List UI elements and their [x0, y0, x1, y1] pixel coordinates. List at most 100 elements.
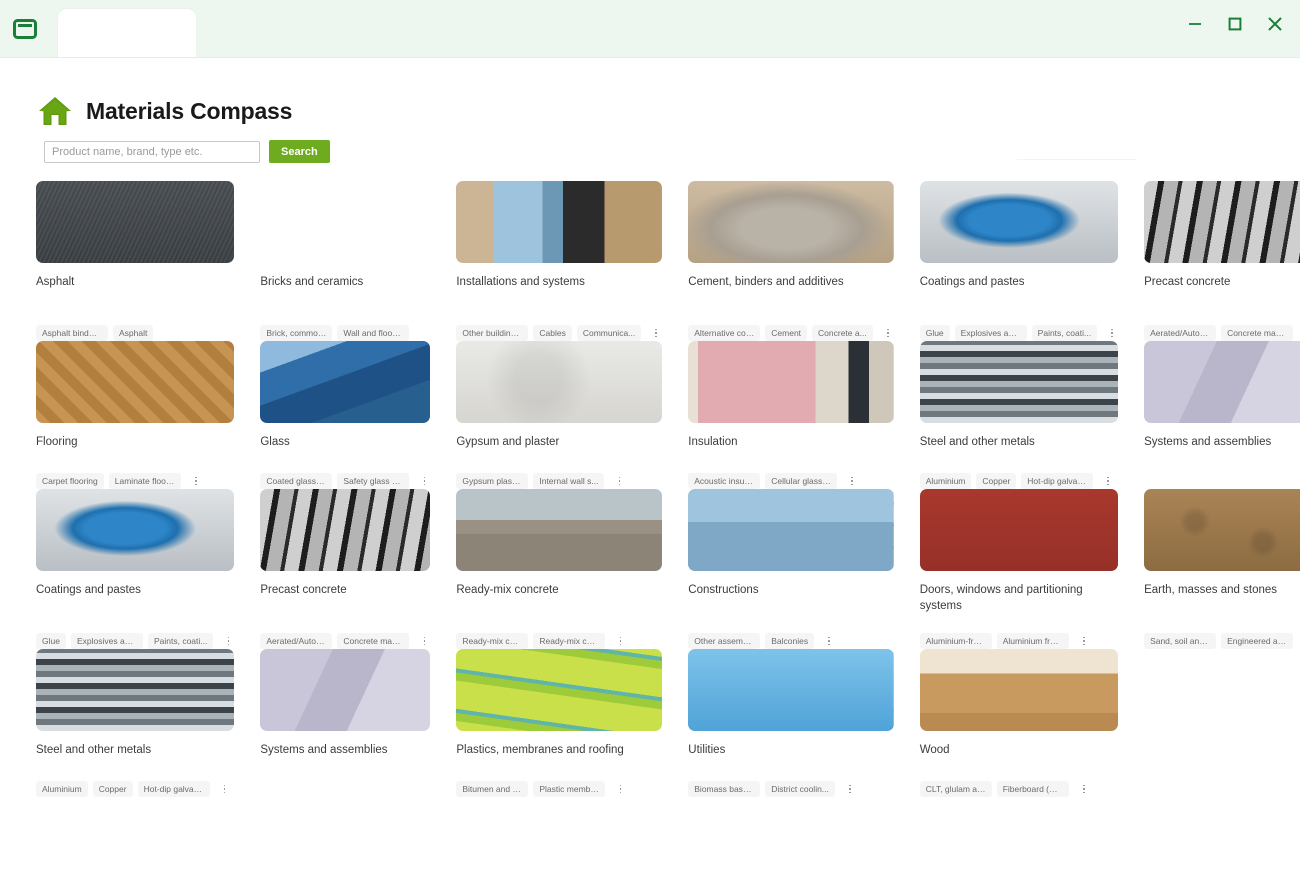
maximize-icon[interactable] [1224, 13, 1246, 35]
category-tag[interactable]: Internal wall s... [533, 473, 605, 489]
category-tag[interactable]: Glue [36, 633, 66, 649]
category-tag[interactable]: Safety glass pa... [337, 473, 410, 489]
category-tag[interactable]: Explosives and ... [70, 633, 143, 649]
category-tag[interactable]: Concrete masonr... [1221, 325, 1294, 341]
category-thumbnail-cable-tray-systems[interactable] [260, 649, 431, 731]
category-thumbnail-brown-soil-earth[interactable] [1144, 489, 1300, 571]
category-tag[interactable]: Brick, common c... [260, 325, 333, 341]
category-tag[interactable]: Other assemblie... [688, 633, 761, 649]
category-thumbnail-cement-bag-trowel[interactable] [688, 181, 894, 263]
category-thumbnail-glass-facade-skyscraper[interactable] [260, 341, 431, 423]
home-icon[interactable] [38, 95, 72, 127]
category-thumbnail-concrete-mixer-truck[interactable] [456, 489, 663, 571]
category-tag[interactable]: Glue [919, 325, 950, 341]
category-card[interactable]: Precast concrete Aerated/Autocla... Concre… [260, 489, 431, 649]
category-thumbnail-timber-beams-stack[interactable] [919, 649, 1119, 731]
category-tag[interactable]: Gypsum plaster ... [456, 473, 529, 489]
category-tag[interactable]: Engineered aggr... [1221, 633, 1294, 649]
category-tag[interactable]: Asphalt [113, 325, 154, 341]
category-thumbnail-precast-concrete-panels[interactable] [260, 489, 431, 571]
category-tag[interactable]: Cellular glass ... [765, 473, 838, 489]
category-tag[interactable]: Aluminium [919, 473, 972, 489]
category-card[interactable]: Utilities Biomass based, ... District cool… [688, 649, 894, 797]
category-card[interactable]: Coatings and pastes Glue Explosives and ..… [919, 181, 1119, 341]
category-tag[interactable]: Hot-dip galvani... [1021, 473, 1094, 489]
category-card[interactable]: Glass Coated glass pa... Safety glass pa..… [260, 341, 431, 489]
category-tag[interactable]: Other building ... [456, 325, 529, 341]
more-options-icon[interactable] [418, 633, 430, 649]
category-thumbnail-white-plaster-texture[interactable] [456, 341, 663, 423]
more-options-icon[interactable] [844, 781, 856, 797]
category-card[interactable]: Wood CLT, glulam and... Fiberboard (MDF... [919, 649, 1119, 797]
more-options-icon[interactable] [823, 633, 835, 649]
browser-tab[interactable] [58, 9, 196, 57]
category-tag[interactable]: Wall and floor ... [337, 325, 410, 341]
category-tag[interactable]: Carpet flooring [36, 473, 104, 489]
more-options-icon[interactable] [190, 473, 202, 489]
category-tag[interactable]: Laminate floori... [108, 473, 181, 489]
category-tag[interactable]: Concrete a... [812, 325, 873, 341]
category-tag[interactable]: Copper [976, 473, 1017, 489]
category-tag[interactable]: CLT, glulam and... [919, 781, 992, 797]
more-options-icon[interactable] [882, 325, 894, 341]
category-card[interactable]: Constructions Other assemblie... Balconies [688, 489, 894, 649]
category-tag[interactable]: Aluminium-frame... [919, 633, 992, 649]
more-options-icon[interactable] [650, 325, 662, 341]
category-thumbnail-red-bricks-wall[interactable] [260, 181, 430, 263]
more-options-icon[interactable] [614, 633, 626, 649]
category-tag[interactable]: Cement [765, 325, 808, 341]
more-options-icon[interactable] [1078, 781, 1090, 797]
category-thumbnail-wood-parquet-floor[interactable] [36, 341, 235, 423]
more-options-icon[interactable] [222, 633, 234, 649]
category-tag[interactable]: Plastic membran... [533, 781, 606, 797]
category-card[interactable]: Insulation Acoustic insula... Cellular gla… [688, 341, 894, 489]
category-tag[interactable]: Aluminium [36, 781, 88, 797]
category-tag[interactable]: Cables [533, 325, 572, 341]
category-card[interactable]: Gypsum and plaster Gypsum plaster ... Inte… [456, 341, 663, 489]
search-input[interactable] [44, 140, 260, 163]
category-card[interactable]: Asphalt Asphalt binders... Asphalt [36, 181, 235, 341]
category-tag[interactable]: Explosives and ... [954, 325, 1027, 341]
category-card[interactable]: Flooring Carpet flooring Laminate floori..… [36, 341, 235, 489]
category-thumbnail-paint-bucket-blue[interactable] [919, 181, 1119, 263]
category-thumbnail-pink-mineral-wool-insulation[interactable] [688, 341, 894, 423]
category-thumbnail-green-plastic-membrane[interactable] [456, 649, 663, 731]
category-thumbnail-precast-concrete-panels[interactable] [1144, 181, 1300, 263]
category-card[interactable]: Doors, windows and partitioning systems A… [919, 489, 1119, 649]
category-tag[interactable]: Ready-mix concr... [533, 633, 606, 649]
category-thumbnail-red-brick-building-windows[interactable] [919, 489, 1119, 571]
category-card[interactable]: Earth, masses and stones Sand, soil and .… [1144, 489, 1300, 649]
category-tag[interactable]: Paints, coati... [147, 633, 214, 649]
more-options-icon[interactable] [418, 473, 430, 489]
category-card[interactable]: Systems and assemblies [1144, 341, 1300, 489]
category-card[interactable]: Bricks and ceramics Brick, common c... Wal… [260, 181, 430, 341]
category-tag[interactable]: Paints, coati... [1031, 325, 1098, 341]
search-button[interactable]: Search [269, 140, 330, 163]
category-tag[interactable]: Alternative con... [688, 325, 761, 341]
close-icon[interactable] [1264, 13, 1286, 35]
category-tag[interactable]: Copper [92, 781, 133, 797]
category-tag[interactable]: Fiberboard (MDF... [996, 781, 1069, 797]
category-card[interactable]: Steel and other metals Aluminium Copper Hot… [919, 341, 1119, 489]
category-card[interactable]: Ready-mix concrete Ready-mix concr... Read… [456, 489, 663, 649]
category-tag[interactable]: District coolin... [765, 781, 835, 797]
more-options-icon[interactable] [846, 473, 858, 489]
category-thumbnail-construction-scaffolding[interactable] [688, 489, 894, 571]
category-thumbnail-paint-bucket-blue[interactable] [36, 489, 235, 571]
category-card[interactable]: Steel and other metals Aluminium Copper Hot… [36, 649, 235, 797]
category-tag[interactable]: Coated glass pa... [260, 473, 333, 489]
category-tag[interactable]: Ready-mix concr... [456, 633, 529, 649]
more-options-icon[interactable] [614, 781, 626, 797]
category-tag[interactable]: Balconies [765, 633, 815, 649]
category-thumbnail-blue-pipes-installation[interactable] [456, 181, 663, 263]
category-card[interactable]: Systems and assemblies [260, 649, 431, 797]
category-card[interactable]: Installations and systems Other building … [456, 181, 663, 341]
category-tag[interactable]: Biomass based, ... [688, 781, 761, 797]
category-card[interactable]: Precast concrete Aerated/Autocla... Concre… [1144, 181, 1300, 341]
category-tag[interactable]: Aerated/Autocla... [1144, 325, 1217, 341]
more-options-icon[interactable] [1102, 473, 1114, 489]
more-options-icon[interactable] [1106, 325, 1118, 341]
category-tag[interactable]: Sand, soil and ... [1144, 633, 1217, 649]
more-options-icon[interactable] [1078, 633, 1090, 649]
category-tag[interactable]: Aluminium frame... [996, 633, 1069, 649]
